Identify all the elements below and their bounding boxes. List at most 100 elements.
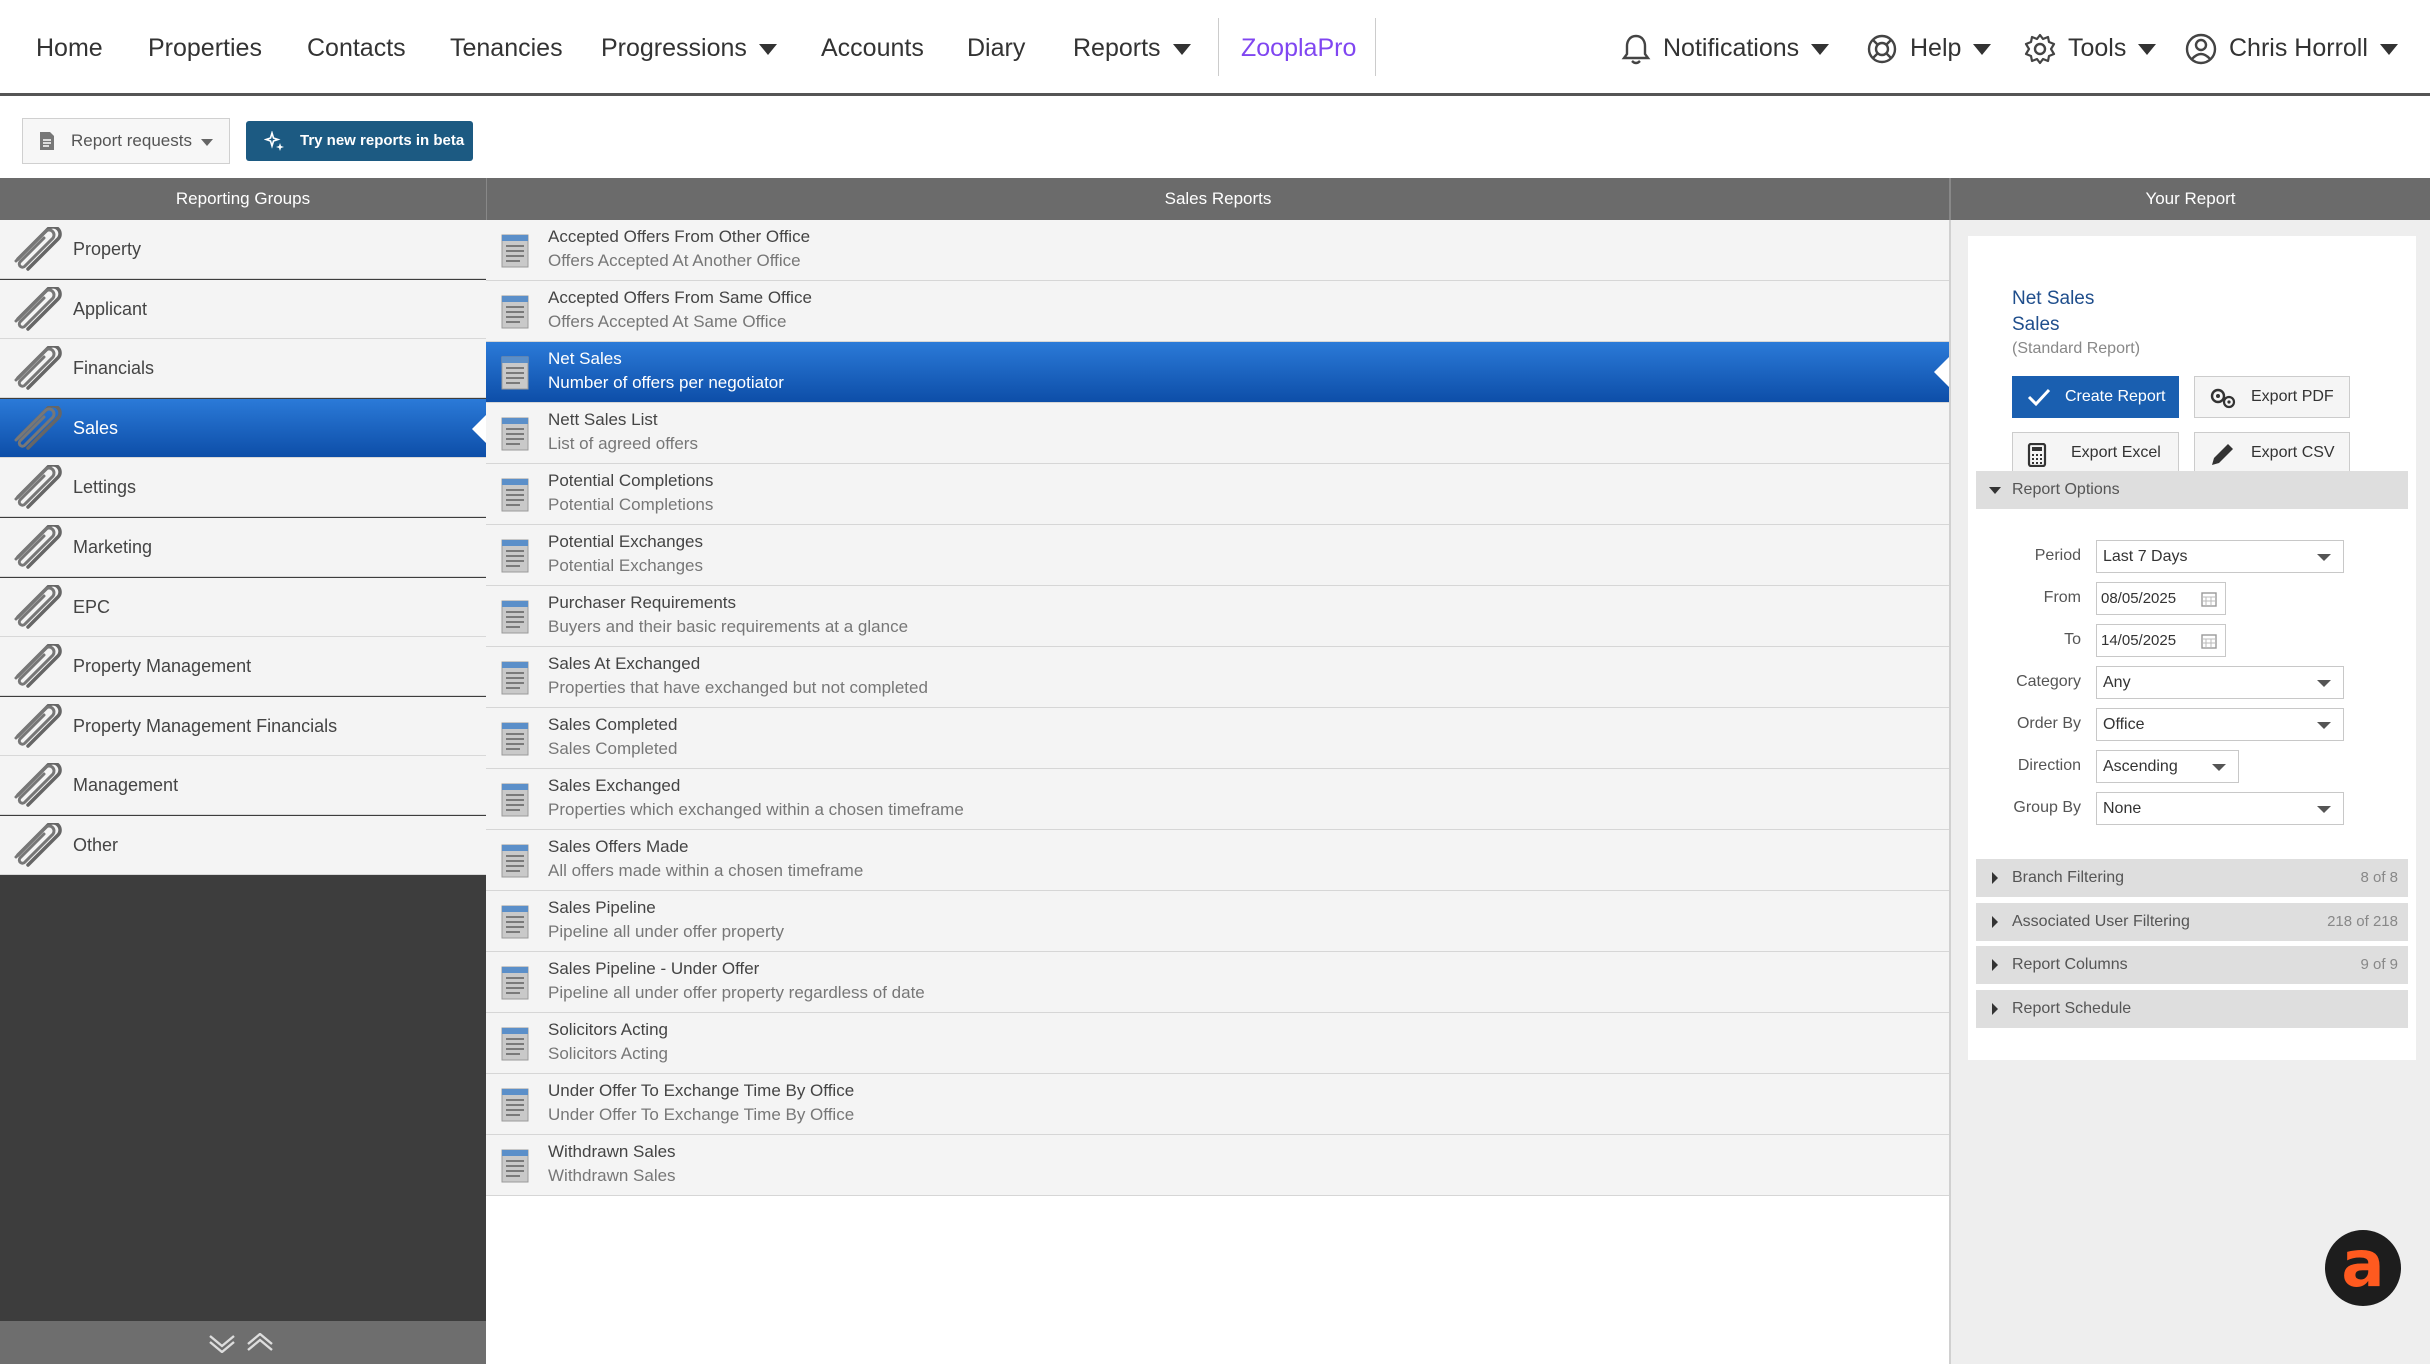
report-item[interactable]: Potential Exchanges Potential Exchanges [486, 525, 1949, 586]
top-navigation: Home Properties Contacts Tenancies Progr… [0, 0, 2430, 96]
groups-footer [0, 1321, 486, 1364]
group-item-financials[interactable]: Financials [0, 339, 486, 399]
expand-up-icon[interactable] [246, 1333, 274, 1353]
report-title: Sales Completed [548, 715, 678, 734]
group-item-marketing[interactable]: Marketing [0, 518, 486, 577]
try-beta-reports-label: Try new reports in beta [300, 132, 465, 149]
report-description: List of agreed offers [548, 434, 698, 453]
chevron-down-icon [758, 43, 777, 55]
nav-contacts[interactable]: Contacts [307, 0, 406, 96]
report-title: Potential Exchanges [548, 532, 703, 551]
report-item[interactable]: Nett Sales List List of agreed offers [486, 403, 1949, 464]
nav-notifications[interactable]: Notifications [1621, 0, 1830, 96]
nav-home[interactable]: Home [36, 0, 103, 96]
try-beta-reports-button[interactable]: Try new reports in beta [246, 121, 473, 161]
export-excel-button[interactable]: Export Excel [2012, 432, 2179, 474]
category-select[interactable]: Any [2096, 666, 2344, 699]
group-by-label: Group By [2013, 799, 2081, 816]
create-report-button[interactable]: Create Report [2012, 376, 2179, 418]
section-toggle-branch-filtering[interactable]: Branch Filtering 8 of 8 [1976, 859, 2408, 897]
nav-help[interactable]: Help [1866, 0, 1992, 96]
report-item[interactable]: Accepted Offers From Same Office Offers A… [486, 281, 1949, 342]
report-item[interactable]: Under Offer To Exchange Time By Office Un… [486, 1074, 1949, 1135]
report-item[interactable]: Withdrawn Sales Withdrawn Sales [486, 1135, 1949, 1196]
group-item-management[interactable]: Management [0, 756, 486, 816]
section-toggle-associated-user-filtering[interactable]: Associated User Filtering 218 of 218 [1976, 902, 2408, 941]
report-item[interactable]: Solicitors Acting Solicitors Acting [486, 1013, 1949, 1074]
nav-zooplapro-label: ZooplaPro [1241, 34, 1357, 62]
report-options-toggle[interactable]: Report Options [1976, 471, 2408, 509]
group-item-sales[interactable]: Sales [0, 398, 486, 458]
group-by-value: None [2103, 800, 2142, 817]
group-by-select[interactable]: None [2096, 792, 2344, 825]
period-select[interactable]: Last 7 Days [2096, 540, 2344, 573]
report-item[interactable]: Sales At Exchanged Properties that have e… [486, 647, 1949, 708]
report-description: Properties that have exchanged but not c… [548, 678, 928, 697]
report-item[interactable]: Accepted Offers From Other Office Offers … [486, 220, 1949, 281]
group-item-property-management-financials[interactable]: Property Management Financials [0, 696, 486, 756]
from-date-field[interactable]: 08/05/2025 [2096, 582, 2226, 615]
nav-properties[interactable]: Properties [148, 0, 262, 96]
report-item[interactable]: Purchaser Requirements Buyers and their b… [486, 586, 1949, 647]
nav-tenancies[interactable]: Tenancies [450, 0, 563, 96]
group-item-property[interactable]: Property [0, 220, 486, 279]
report-item[interactable]: Sales Pipeline Pipeline all under offer p… [486, 891, 1949, 952]
sales-reports-title: Sales Reports [1164, 189, 1272, 208]
chevron-down-icon [2317, 806, 2331, 813]
group-item-property-management[interactable]: Property Management [0, 637, 486, 697]
to-date-value: 14/05/2025 [2101, 632, 2177, 649]
section-count: 9 of 9 [2360, 956, 2398, 973]
report-requests-dropdown[interactable]: Report requests [22, 118, 230, 164]
report-title: Sales Pipeline [548, 898, 656, 917]
selected-report-name: Net Sales [2012, 288, 2095, 309]
nav-user-menu[interactable]: Chris Horroll [2185, 0, 2398, 96]
chevron-down-icon [2317, 680, 2331, 687]
report-document-icon [498, 290, 532, 337]
group-item-epc[interactable]: EPC [0, 577, 486, 637]
to-label: To [2064, 631, 2081, 648]
toolbar: Report requests Try new reports in beta [0, 96, 2430, 178]
collapse-down-icon[interactable] [208, 1333, 236, 1353]
nav-diary[interactable]: Diary [967, 0, 1025, 96]
your-report-header: Your Report [1949, 178, 2430, 220]
section-toggle-report-columns[interactable]: Report Columns 9 of 9 [1976, 946, 2408, 984]
group-item-label: Other [73, 835, 119, 855]
group-item-applicant[interactable]: Applicant [0, 279, 486, 339]
direction-value: Ascending [2103, 758, 2178, 775]
nav-diary-label: Diary [967, 34, 1026, 62]
export-csv-button[interactable]: Export CSV [2194, 432, 2350, 474]
calendar-icon[interactable] [2201, 633, 2217, 649]
report-type-label: (Standard Report) [2012, 340, 2141, 357]
group-item-lettings[interactable]: Lettings [0, 458, 486, 518]
chevron-down-icon [1973, 43, 1992, 55]
nav-divider [1375, 18, 1376, 76]
section-count: 8 of 8 [2360, 869, 2398, 886]
nav-contacts-label: Contacts [307, 34, 406, 62]
report-title: Purchaser Requirements [548, 593, 737, 612]
direction-select[interactable]: Ascending [2096, 750, 2239, 783]
report-item[interactable]: Sales Exchanged Properties which exchange… [486, 769, 1949, 830]
report-item[interactable]: Sales Pipeline - Under Offer Pipeline all… [486, 952, 1949, 1013]
report-item[interactable]: Sales Offers Made All offers made within … [486, 830, 1949, 891]
export-pdf-button[interactable]: Export PDF [2194, 376, 2350, 418]
order-by-select[interactable]: Office [2096, 708, 2344, 741]
export-pdf-label: Export PDF [2251, 388, 2334, 405]
group-item-other[interactable]: Other [0, 816, 486, 875]
to-date-field[interactable]: 14/05/2025 [2096, 624, 2226, 657]
nav-zooplapro[interactable]: ZooplaPro [1241, 0, 1356, 96]
calendar-icon[interactable] [2201, 591, 2217, 607]
report-document-icon [498, 900, 532, 947]
report-item[interactable]: Potential Completions Potential Completio… [486, 464, 1949, 525]
sales-reports-header: Sales Reports [486, 178, 1949, 220]
report-item[interactable]: Net Sales Number of offers per negotiator [486, 342, 1949, 403]
nav-progressions[interactable]: Progressions [601, 0, 777, 96]
reporting-groups-header: Reporting Groups [0, 178, 486, 220]
lifebuoy-icon [1867, 35, 1897, 64]
report-item[interactable]: Sales Completed Sales Completed [486, 708, 1949, 769]
paperclip-icon [8, 642, 64, 693]
assistant-launcher-button[interactable]: a [2325, 1230, 2401, 1306]
nav-accounts[interactable]: Accounts [821, 0, 924, 96]
nav-tools[interactable]: Tools [2024, 0, 2157, 96]
nav-reports[interactable]: Reports [1073, 0, 1191, 96]
section-toggle-report-schedule[interactable]: Report Schedule [1976, 989, 2408, 1028]
